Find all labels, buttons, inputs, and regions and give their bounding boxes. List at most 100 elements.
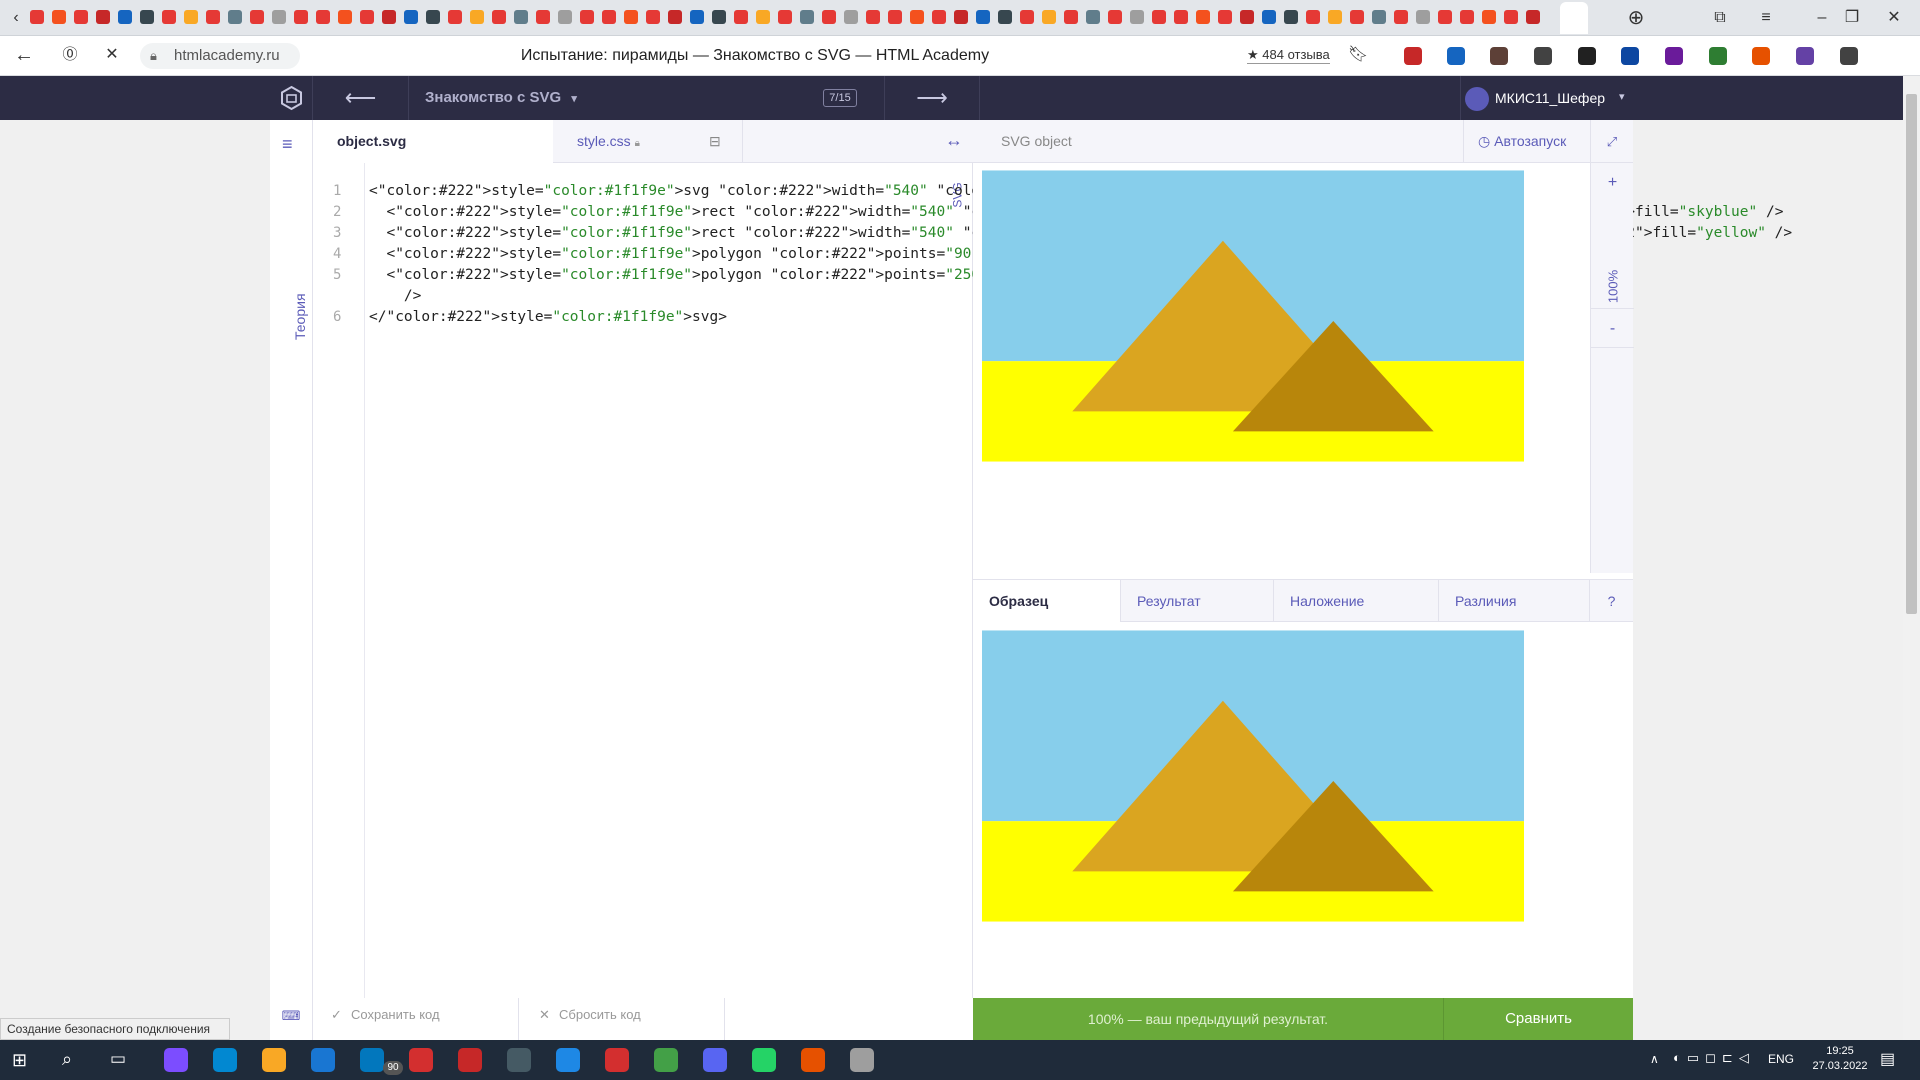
close-window-icon[interactable]: ✕ [1880, 7, 1908, 29]
help-button[interactable]: ? [1590, 580, 1633, 622]
extension-icon[interactable] [1840, 47, 1858, 65]
tab-favicon-icon[interactable] [1064, 10, 1078, 24]
tab-favicon-icon[interactable] [426, 10, 440, 24]
extension-icon[interactable] [1404, 47, 1422, 65]
prev-task-button[interactable]: ⟵ [313, 76, 409, 120]
tab-favicon-icon[interactable] [184, 10, 198, 24]
tab-favicon-icon[interactable] [1086, 10, 1100, 24]
tab-favicon-icon[interactable] [1174, 10, 1188, 24]
tab-favicon-icon[interactable] [1526, 10, 1540, 24]
extension-icon[interactable] [1578, 47, 1596, 65]
minimize-window-icon[interactable]: – [1808, 7, 1836, 29]
code-line[interactable]: /> [369, 288, 421, 304]
tab-favicon-icon[interactable] [998, 10, 1012, 24]
tab-favicon-icon[interactable] [316, 10, 330, 24]
tab-favicon-icon[interactable] [932, 10, 946, 24]
tab-favicon-icon[interactable] [778, 10, 792, 24]
taskbar-app-icon[interactable] [801, 1048, 825, 1072]
tab-favicon-icon[interactable] [756, 10, 770, 24]
tab-favicon-icon[interactable] [954, 10, 968, 24]
tab-favicon-icon[interactable] [206, 10, 220, 24]
tab-favicon-icon[interactable] [1218, 10, 1232, 24]
taskbar-app-icon[interactable] [311, 1048, 335, 1072]
taskbar-app-icon[interactable] [360, 1048, 384, 1072]
windows-start-icon[interactable]: ⊞ [12, 1050, 27, 1071]
tab-favicon-icon[interactable] [382, 10, 396, 24]
tab-favicon-icon[interactable] [558, 10, 572, 24]
taskbar-app-icon[interactable] [458, 1048, 482, 1072]
taskbar-app-icon[interactable] [605, 1048, 629, 1072]
tab-favicon-icon[interactable] [74, 10, 88, 24]
taskbar-app-icon[interactable] [262, 1048, 286, 1072]
keyboard-icon[interactable]: ⌨ [270, 998, 313, 1040]
tab-favicon-icon[interactable] [1504, 10, 1518, 24]
zoom-out-button[interactable]: - [1591, 308, 1634, 348]
tab-favicon-icon[interactable] [624, 10, 638, 24]
tab-favicon-icon[interactable] [1328, 10, 1342, 24]
tab-favicon-icon[interactable] [800, 10, 814, 24]
browser-menu-icon[interactable]: ≡ [1752, 7, 1780, 29]
tab-favicon-icon[interactable] [140, 10, 154, 24]
resize-panels-icon[interactable]: ↔ [945, 130, 963, 151]
tab-favicon-icon[interactable] [844, 10, 858, 24]
tab-sample[interactable]: Образец [973, 580, 1121, 622]
tab-favicon-icon[interactable] [1460, 10, 1474, 24]
tab-object-svg[interactable]: object.svg [313, 120, 553, 163]
new-tab-icon[interactable]: ⊕ [1622, 7, 1650, 29]
tab-favicon-icon[interactable] [228, 10, 242, 24]
tab-overlay[interactable]: Наложение [1274, 580, 1439, 622]
extension-icon[interactable] [1709, 47, 1727, 65]
save-code-button[interactable]: ✓ Сохранить код [313, 998, 519, 1040]
extension-icon[interactable] [1752, 47, 1770, 65]
extension-icon[interactable] [1447, 47, 1465, 65]
taskbar-app-icon[interactable] [703, 1048, 727, 1072]
tab-favicon-icon[interactable] [404, 10, 418, 24]
tab-favicon-icon[interactable] [1482, 10, 1496, 24]
tab-favicon-icon[interactable] [1306, 10, 1320, 24]
tab-favicon-icon[interactable] [250, 10, 264, 24]
zoom-in-button[interactable]: + [1591, 163, 1634, 203]
reviews-link[interactable]: ★ 484 отзыва [1247, 47, 1330, 64]
taskbar-app-icon[interactable] [507, 1048, 531, 1072]
tab-favicon-icon[interactable] [360, 10, 374, 24]
extension-icon[interactable] [1534, 47, 1552, 65]
tabs-menu-icon[interactable]: ⧉ [1706, 7, 1734, 29]
extension-icon[interactable] [1665, 47, 1683, 65]
collapse-icon[interactable]: ⊟ [709, 133, 721, 150]
reset-code-button[interactable]: ✕ Сбросить код [519, 998, 725, 1040]
tab-favicon-icon[interactable] [514, 10, 528, 24]
tab-result[interactable]: Результат [1121, 580, 1274, 622]
compare-button[interactable]: Сравнить [1443, 998, 1633, 1040]
tab-favicon-icon[interactable] [30, 10, 44, 24]
tab-favicon-icon[interactable] [668, 10, 682, 24]
tab-favicon-icon[interactable] [1152, 10, 1166, 24]
tab-favicon-icon[interactable] [1196, 10, 1210, 24]
bookmark-icon[interactable]: 🔖︎ [1344, 44, 1372, 66]
tab-favicon-icon[interactable] [580, 10, 594, 24]
extension-icon[interactable] [1490, 47, 1508, 65]
tab-favicon-icon[interactable] [712, 10, 726, 24]
tray-chevron-icon[interactable]: ∧ [1650, 1052, 1659, 1066]
restore-window-icon[interactable]: ❐ [1838, 7, 1866, 29]
tab-favicon-icon[interactable] [888, 10, 902, 24]
search-icon[interactable]: ⌕ [62, 1049, 72, 1070]
academy-logo[interactable] [270, 76, 313, 120]
taskbar-app-icon[interactable] [164, 1048, 188, 1072]
next-task-button[interactable]: ⟶ [884, 76, 980, 120]
tab-favicon-icon[interactable] [118, 10, 132, 24]
menu-icon[interactable]: ≡ [282, 134, 293, 155]
tab-favicon-icon[interactable] [492, 10, 506, 24]
notifications-icon[interactable]: ▤ [1880, 1049, 1895, 1069]
tab-favicon-icon[interactable] [1416, 10, 1430, 24]
tab-favicon-icon[interactable] [1130, 10, 1144, 24]
tray-icons[interactable]: ◐▭◻⊏◁ [1673, 1050, 1755, 1066]
active-tab[interactable] [1560, 2, 1588, 34]
tab-favicon-icon[interactable] [96, 10, 110, 24]
tab-favicon-icon[interactable] [52, 10, 66, 24]
taskbar-app-icon[interactable] [752, 1048, 776, 1072]
tab-favicon-icon[interactable] [1042, 10, 1056, 24]
course-selector[interactable]: Знакомство с SVG ▾ [409, 76, 794, 120]
page-scrollbar[interactable] [1903, 76, 1920, 1040]
tab-favicon-icon[interactable] [602, 10, 616, 24]
tab-favicon-icon[interactable] [866, 10, 880, 24]
